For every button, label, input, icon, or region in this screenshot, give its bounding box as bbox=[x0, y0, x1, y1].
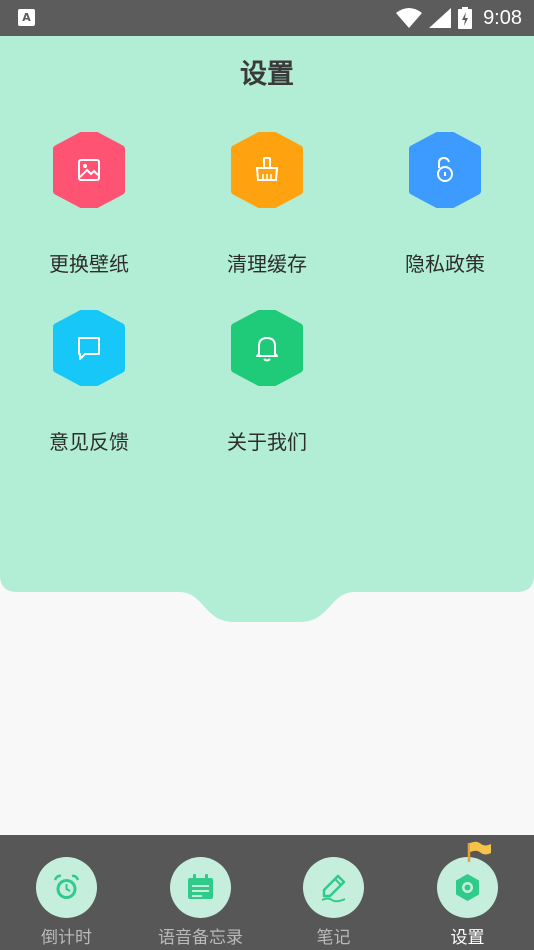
setting-label: 更换壁纸 bbox=[49, 252, 129, 276]
flag-icon bbox=[467, 841, 491, 862]
nav-tab-countdown[interactable]: 倒计时 bbox=[0, 835, 133, 950]
signal-icon bbox=[429, 8, 452, 28]
calendar-icon bbox=[188, 874, 213, 899]
setting-label: 隐私政策 bbox=[405, 252, 485, 276]
page-title: 设置 bbox=[240, 59, 294, 90]
setting-label: 意见反馈 bbox=[49, 430, 129, 454]
nav-tab-notes[interactable]: 笔记 bbox=[267, 835, 400, 950]
bottom-navigation: 倒计时 语音备忘录 笔记 设置 bbox=[0, 835, 534, 950]
notification-badge-icon: A bbox=[18, 9, 35, 26]
broom-icon bbox=[231, 132, 303, 208]
hex-nut-icon bbox=[456, 874, 479, 901]
image-icon bbox=[53, 132, 125, 208]
setting-label: 关于我们 bbox=[227, 430, 307, 454]
status-bar: A 9:08 bbox=[0, 0, 534, 36]
nav-label: 语音备忘录 bbox=[158, 928, 243, 948]
message-icon bbox=[53, 310, 125, 386]
setting-about-us[interactable]: 关于我们 bbox=[178, 310, 356, 470]
nav-label: 笔记 bbox=[316, 928, 351, 948]
setting-change-wallpaper[interactable]: 更换壁纸 bbox=[0, 132, 178, 292]
setting-feedback[interactable]: 意见反馈 bbox=[0, 310, 178, 470]
nav-label: 设置 bbox=[450, 928, 485, 948]
nav-tab-voice-memo[interactable]: 语音备忘录 bbox=[134, 835, 267, 950]
pen-icon bbox=[321, 874, 346, 903]
setting-privacy-policy[interactable]: 隐私政策 bbox=[356, 132, 534, 292]
wifi-icon bbox=[396, 8, 423, 28]
bell-icon bbox=[231, 310, 303, 386]
alarm-clock-icon bbox=[53, 874, 80, 899]
setting-clear-cache[interactable]: 清理缓存 bbox=[178, 132, 356, 292]
battery-charging-icon bbox=[458, 7, 473, 29]
lock-icon bbox=[409, 132, 481, 208]
setting-label: 清理缓存 bbox=[227, 252, 307, 276]
nav-label: 倒计时 bbox=[41, 928, 92, 948]
status-time: 9:08 bbox=[483, 6, 522, 29]
